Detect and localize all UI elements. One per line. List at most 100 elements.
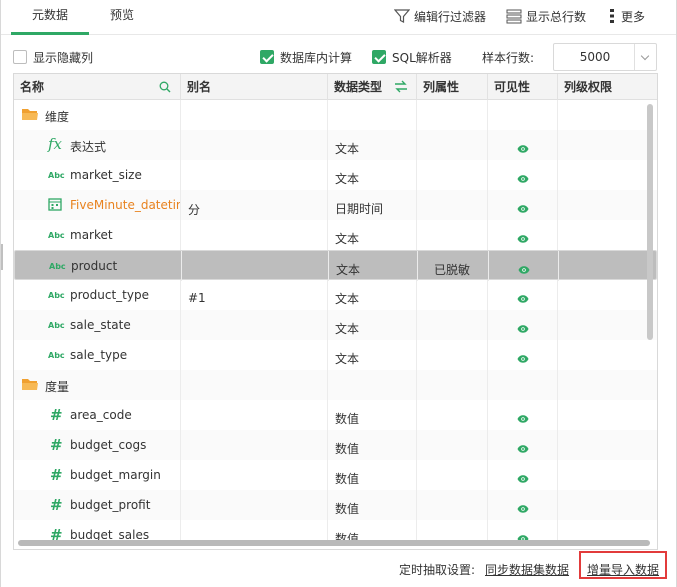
cell-alias (181, 340, 328, 370)
data-type-value: 数值 (335, 502, 360, 516)
alias-value[interactable]: #1 (188, 291, 206, 305)
field-name: budget_cogs (70, 438, 147, 452)
swap-icon[interactable] (394, 80, 408, 93)
show-total-rows-button[interactable]: 显示总行数 (506, 6, 586, 26)
eye-icon[interactable] (517, 502, 529, 513)
cell-visible (488, 520, 558, 540)
tab-preview[interactable]: 预览 (97, 0, 147, 35)
cell-visible (489, 251, 559, 281)
data-type-value: 数值 (335, 532, 360, 540)
cell-name: Abc sale_state (14, 310, 181, 340)
header-alias[interactable]: 别名 (181, 74, 328, 100)
table-row[interactable]: Abc market 文本 (14, 220, 657, 250)
tab-bar: 元数据 预览 编辑行过滤器 显示总行数 更多 (1, 0, 676, 35)
cell-alias: 分 (181, 190, 328, 220)
eye-icon[interactable] (517, 532, 529, 540)
cell-visible (488, 220, 558, 250)
eye-icon[interactable] (518, 263, 530, 274)
eye-icon[interactable] (517, 292, 529, 303)
cell-attr: 已脱敏 (418, 251, 489, 281)
eye-icon[interactable] (517, 142, 529, 153)
folder-row[interactable]: 维度 (14, 100, 657, 130)
sql-parser-checkbox[interactable] (372, 50, 386, 64)
more-icon (610, 9, 614, 23)
table-row[interactable]: # area_code 数值 (14, 400, 657, 430)
cell-type: 数值 (328, 520, 417, 540)
table-row[interactable]: # budget_margin 数值 (14, 460, 657, 490)
panel-resize-handle[interactable] (1, 244, 3, 270)
cell-visible (488, 310, 558, 340)
cell-perm (558, 430, 657, 460)
table-row[interactable]: Abc sale_type 文本 (14, 340, 657, 370)
show-hidden-columns-checkbox[interactable] (13, 50, 27, 64)
sync-dataset-link[interactable]: 同步数据集数据 (485, 561, 569, 578)
cell-type: 文本 (328, 220, 417, 250)
header-data-type-label: 数据类型 (334, 80, 383, 94)
sample-rows-select[interactable]: 5000 (553, 43, 657, 71)
table-row[interactable]: # budget_profit 数值 (14, 490, 657, 520)
cell-alias (181, 130, 328, 160)
cell-name: fx 表达式 (14, 130, 181, 160)
eye-icon[interactable] (517, 172, 529, 183)
edit-row-filter-button[interactable]: 编辑行过滤器 (394, 6, 486, 26)
tab-metadata[interactable]: 元数据 (11, 0, 89, 35)
header-column-permission[interactable]: 列级权限 (558, 74, 657, 100)
table-row[interactable]: Abc product_type #1 文本 (14, 280, 657, 310)
eye-icon[interactable] (517, 442, 529, 453)
eye-icon[interactable] (517, 412, 529, 423)
cell-alias: #1 (181, 280, 328, 310)
table-row[interactable]: fx 表达式 文本 (14, 130, 657, 160)
header-visibility[interactable]: 可见性 (488, 74, 558, 100)
db-compute-checkbox[interactable] (260, 50, 274, 64)
folder-row[interactable]: 度量 (14, 370, 657, 400)
alias-value[interactable]: 分 (188, 201, 200, 218)
cell-attr (417, 370, 488, 400)
data-type-value: 文本 (335, 292, 360, 306)
header-name[interactable]: 名称 (14, 74, 181, 100)
header-column-attr[interactable]: 列属性 (417, 74, 488, 100)
field-name: product_type (70, 288, 149, 302)
cell-perm (559, 251, 657, 281)
eye-icon[interactable] (517, 472, 529, 483)
text-type-icon: Abc (48, 291, 65, 300)
cell-visible (488, 430, 558, 460)
table-row[interactable]: Abc sale_state 文本 (14, 310, 657, 340)
cell-attr (417, 190, 488, 220)
folder-icon[interactable] (22, 108, 38, 124)
metadata-panel: 元数据 预览 编辑行过滤器 显示总行数 更多 显示隐藏列 数据库内计算 SQL解… (0, 0, 677, 587)
cell-type: 数值 (328, 490, 417, 520)
more-button[interactable]: 更多 (607, 6, 645, 26)
cell-visible (488, 400, 558, 430)
cell-visible (488, 280, 558, 310)
cell-attr (417, 340, 488, 370)
cell-attr (417, 460, 488, 490)
table-row[interactable]: Abc market_size 文本 (14, 160, 657, 190)
field-name: budget_margin (70, 468, 161, 482)
cell-alias (181, 520, 328, 540)
cell-type: 数值 (328, 430, 417, 460)
table-row[interactable]: FiveMinute_datetime 分 日期时间 (14, 190, 657, 220)
table-row[interactable]: # budget_cogs 数值 (14, 430, 657, 460)
horizontal-scrollbar[interactable] (18, 540, 650, 546)
filter-icon (394, 9, 410, 23)
eye-icon[interactable] (517, 352, 529, 363)
chevron-down-icon[interactable] (634, 44, 656, 70)
header-name-label: 名称 (20, 80, 45, 94)
eye-icon[interactable] (517, 322, 529, 333)
folder-icon[interactable] (22, 378, 38, 394)
table-row[interactable]: Abc product 文本 已脱敏 (14, 250, 657, 281)
search-icon[interactable] (159, 81, 171, 93)
cell-alias (181, 160, 328, 190)
eye-icon[interactable] (517, 232, 529, 243)
data-type-value: 数值 (335, 442, 360, 456)
header-data-type[interactable]: 数据类型 (328, 74, 417, 100)
vertical-scrollbar[interactable] (647, 104, 653, 340)
cell-type: 文本 (328, 340, 417, 370)
field-name: 表达式 (70, 140, 107, 154)
cell-visible (488, 460, 558, 490)
table-row[interactable]: # budget_sales 数值 (14, 520, 657, 540)
eye-icon[interactable] (517, 202, 529, 213)
text-type-icon: Abc (48, 171, 65, 180)
column-attr-value: 已脱敏 (434, 263, 471, 277)
cell-perm (558, 100, 657, 130)
